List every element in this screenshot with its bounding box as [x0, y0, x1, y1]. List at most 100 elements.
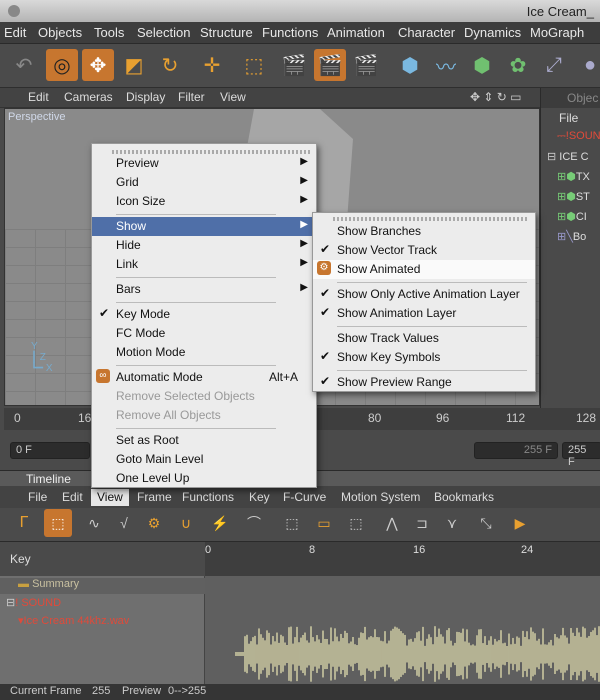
- menu-selection[interactable]: Selection: [137, 25, 190, 40]
- timeline-menu-file[interactable]: File: [28, 490, 47, 504]
- timeline-play-icon[interactable]: ▶: [506, 509, 534, 537]
- cube-icon[interactable]: ⬢: [394, 49, 426, 81]
- timeline-menu-frame[interactable]: Frame: [137, 490, 172, 504]
- mograph-cloner-icon[interactable]: ✿: [502, 49, 534, 81]
- menu-item-key-mode[interactable]: ✔ Key Mode: [92, 305, 316, 324]
- menu-item-show-track-values[interactable]: Show Track Values: [313, 329, 535, 348]
- menu-animation[interactable]: Animation: [327, 25, 385, 40]
- rotate-icon[interactable]: ↻: [154, 49, 186, 81]
- window-close-icon[interactable]: [8, 5, 20, 17]
- menu-item-link[interactable]: Link ▶: [92, 255, 316, 274]
- track-row-sound[interactable]: ⊟! SOUND: [0, 596, 205, 614]
- menu-edit[interactable]: Edit: [4, 25, 26, 40]
- menu-item-show-only-active-animation-layer[interactable]: ✔ Show Only Active Animation Layer: [313, 285, 535, 304]
- timeline-spline-icon[interactable]: ⋎: [438, 509, 466, 537]
- timeline-menu-edit[interactable]: Edit: [62, 490, 83, 504]
- menu-item-icon-size[interactable]: Icon Size ▶: [92, 192, 316, 211]
- menu-item-bars[interactable]: Bars ▶: [92, 280, 316, 299]
- timeline-animated-icon[interactable]: ⚙: [140, 509, 168, 537]
- timeline-menu-fcurve[interactable]: F-Curve: [283, 490, 326, 504]
- viewport-menu-view[interactable]: View: [220, 90, 246, 104]
- timeline-snapshot-icon[interactable]: ⬚: [278, 509, 306, 537]
- viewport-navigation-icons[interactable]: ✥ ⇕ ↻ ▭: [470, 90, 522, 104]
- timeline-magnet-icon[interactable]: ∪: [172, 509, 200, 537]
- menu-item-automatic-mode[interactable]: ∞ Automatic Mode Alt+A: [92, 368, 316, 387]
- menu-mograph[interactable]: MoGraph: [530, 25, 584, 40]
- timeline-curve-icon[interactable]: √: [110, 509, 138, 537]
- render-picture-viewer-icon[interactable]: 🎬: [314, 49, 346, 81]
- menu-item-motion-mode[interactable]: Motion Mode: [92, 343, 316, 362]
- timeline-ruler[interactable]: 0 8 16 24: [205, 542, 600, 576]
- object-manager-menu-file[interactable]: File: [541, 108, 600, 128]
- timeline-menu-functions[interactable]: Functions: [182, 490, 234, 504]
- live-selection-icon[interactable]: ◎: [46, 49, 78, 81]
- object-manager-tab[interactable]: Objec: [541, 88, 600, 108]
- menu-item-show-animation-layer[interactable]: ✔ Show Animation Layer: [313, 304, 535, 323]
- viewport-menu-display[interactable]: Display: [126, 90, 165, 104]
- menu-structure[interactable]: Structure: [200, 25, 253, 40]
- coordinate-system-icon[interactable]: ⬚: [238, 49, 270, 81]
- menu-item-fc-mode[interactable]: FC Mode: [92, 324, 316, 343]
- menu-dynamics[interactable]: Dynamics: [464, 25, 521, 40]
- timeline-select-icon[interactable]: ⬚: [44, 509, 72, 537]
- timeline-key-icon[interactable]: Γ: [10, 509, 38, 537]
- timeline-motion-icon[interactable]: ⚡: [206, 509, 234, 537]
- axis-gizmo-icon: Y ┃ Z ┗━ X: [31, 341, 53, 374]
- menu-functions[interactable]: Functions: [262, 25, 318, 40]
- end-frame-field[interactable]: 255 F: [562, 442, 600, 468]
- menu-tools[interactable]: Tools: [94, 25, 124, 40]
- timeline-arc-icon[interactable]: ⌒: [240, 509, 268, 537]
- undo-icon[interactable]: ↶: [8, 49, 40, 81]
- timeline-linear-icon[interactable]: ⋀: [378, 509, 406, 537]
- timeline-menu-key[interactable]: Key: [249, 490, 270, 504]
- menu-item-show-key-symbols[interactable]: ✔ Show Key Symbols: [313, 348, 535, 367]
- menu-item-grid[interactable]: Grid ▶: [92, 173, 316, 192]
- object-item[interactable]: ⊞╲Bo: [541, 230, 600, 250]
- menu-item-goto-main-level[interactable]: Goto Main Level: [92, 450, 316, 469]
- menu-item-preview[interactable]: Preview ▶: [92, 154, 316, 173]
- menu-item-show-preview-range[interactable]: ✔ Show Preview Range: [313, 373, 535, 392]
- object-item[interactable]: ⊞⬢TX: [541, 170, 600, 190]
- timeline-step-icon[interactable]: ⊐: [408, 509, 436, 537]
- timeline-fcurve-icon[interactable]: ∿: [80, 509, 108, 537]
- start-frame-field[interactable]: 0 F: [10, 442, 90, 459]
- timeline-menu-view[interactable]: View: [91, 489, 129, 506]
- render-settings-icon[interactable]: 🎬: [350, 49, 382, 81]
- object-item[interactable]: ⎓!SOUN: [541, 130, 600, 150]
- menu-objects[interactable]: Objects: [38, 25, 82, 40]
- menu-item-show-branches[interactable]: Show Branches: [313, 222, 535, 241]
- timeline-key-area[interactable]: [205, 576, 600, 684]
- nurbs-icon[interactable]: ⬢: [466, 49, 498, 81]
- menu-item-show-vector-track[interactable]: ✔ Show Vector Track: [313, 241, 535, 260]
- timeline-menu-bookmarks[interactable]: Bookmarks: [434, 490, 494, 504]
- deformer-icon[interactable]: ⤢: [538, 49, 570, 81]
- object-item[interactable]: ⊞⬢ST: [541, 190, 600, 210]
- axis-icon[interactable]: ✛: [196, 49, 228, 81]
- track-row-audio-file[interactable]: ▾Ice Cream 44khz.wav: [0, 614, 205, 632]
- menu-tearoff-grip[interactable]: [333, 217, 529, 221]
- menu-item-show[interactable]: Show ▶: [92, 217, 316, 236]
- menu-character[interactable]: Character: [398, 25, 455, 40]
- scene-icon[interactable]: ●: [574, 49, 600, 81]
- timeline-menu-motion-system[interactable]: Motion System: [341, 490, 420, 504]
- viewport-menu-cameras[interactable]: Cameras: [64, 90, 113, 104]
- timeline-frame-icon[interactable]: ⬚: [342, 509, 370, 537]
- expand-icon[interactable]: ⊟: [547, 151, 556, 163]
- object-item[interactable]: ⊞⬢CI: [541, 210, 600, 230]
- object-item[interactable]: ⊟ ICE C: [541, 150, 600, 170]
- track-row-summary[interactable]: ▬ Summary: [0, 578, 205, 594]
- timeline-ruler-icon[interactable]: ▭: [310, 509, 338, 537]
- spline-icon[interactable]: 〰: [430, 49, 462, 81]
- expand-icon[interactable]: ⊟: [6, 597, 15, 609]
- viewport-menu-edit[interactable]: Edit: [28, 90, 49, 104]
- viewport-menu-filter[interactable]: Filter: [178, 90, 205, 104]
- menu-item-one-level-up[interactable]: One Level Up: [92, 469, 316, 488]
- preview-end-field[interactable]: 255 F: [474, 442, 558, 459]
- menu-item-show-animated[interactable]: ⚙ Show Animated: [313, 260, 535, 279]
- move-icon[interactable]: ✥: [82, 49, 114, 81]
- render-view-icon[interactable]: 🎬: [278, 49, 310, 81]
- menu-item-set-as-root[interactable]: Set as Root: [92, 431, 316, 450]
- timeline-scale-icon[interactable]: ⤡: [472, 509, 500, 537]
- scale-icon[interactable]: ◩: [118, 49, 150, 81]
- menu-item-hide[interactable]: Hide ▶: [92, 236, 316, 255]
